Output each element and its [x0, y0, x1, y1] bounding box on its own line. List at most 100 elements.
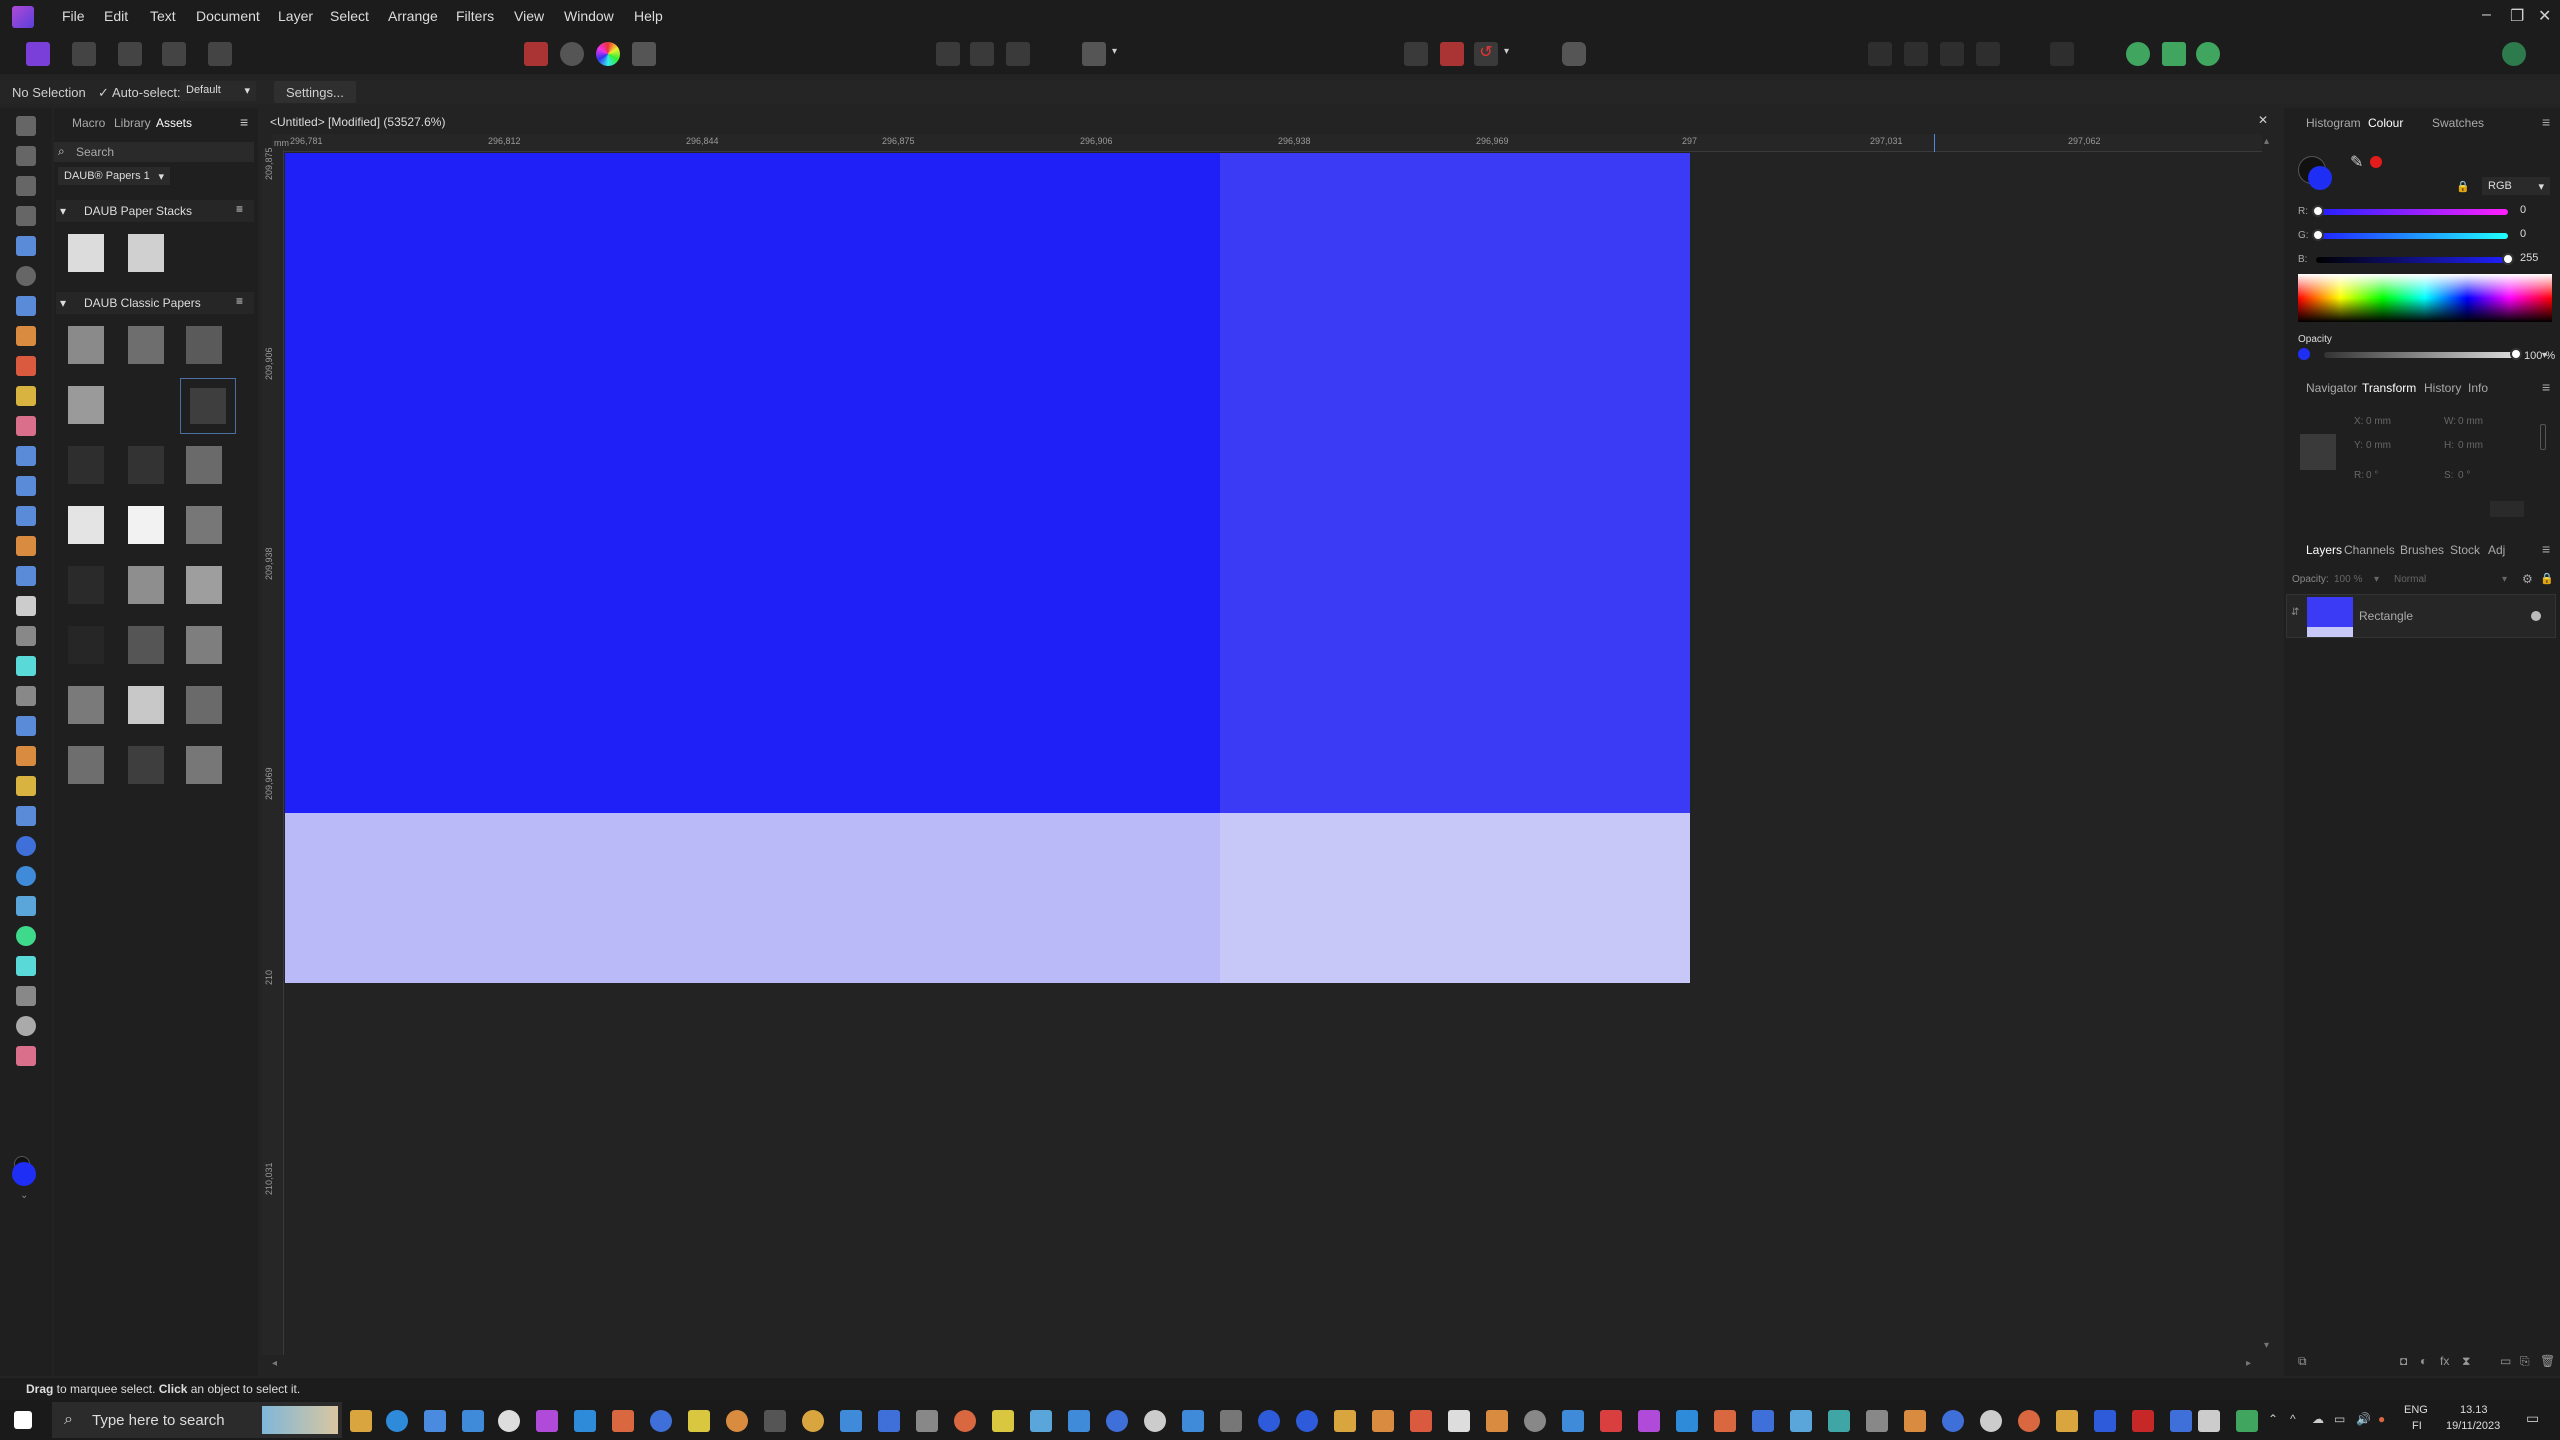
blend-mode-dropdown[interactable]: Normal	[2394, 574, 2426, 585]
boolean-subtract-icon[interactable]	[2162, 42, 2186, 66]
red-eye-tool-icon[interactable]	[16, 836, 36, 856]
panel-menu-icon[interactable]: ≡	[2542, 379, 2550, 395]
tab-navigator[interactable]: Navigator	[2306, 381, 2357, 395]
move-tool-icon[interactable]	[16, 146, 36, 166]
asset-thumbnail[interactable]	[186, 506, 222, 544]
macro-icon[interactable]	[524, 42, 548, 66]
gradient-tool-icon[interactable]	[16, 326, 36, 346]
erase-brush-tool-icon[interactable]	[16, 416, 36, 436]
scroll-up-icon[interactable]: ▴	[2264, 136, 2269, 147]
deselect-icon[interactable]	[970, 42, 994, 66]
assets-search-input[interactable]: Search	[54, 142, 254, 162]
transform-options-button[interactable]	[2490, 501, 2524, 517]
export-persona-icon[interactable]	[208, 42, 232, 66]
add-layer-icon[interactable]: ▭	[2500, 1354, 2511, 1368]
tab-assets[interactable]: Assets	[156, 116, 192, 130]
menu-edit[interactable]: Edit	[104, 8, 128, 24]
tab-macro[interactable]: Macro	[72, 116, 105, 130]
notifications-icon[interactable]: ▭	[2526, 1410, 2539, 1427]
liquify-persona-icon[interactable]	[72, 42, 96, 66]
clock-date[interactable]: 19/11/2023	[2446, 1420, 2500, 1432]
asset-thumbnail[interactable]	[68, 506, 104, 544]
live-filters-icon[interactable]: fx	[2440, 1354, 2449, 1368]
frame-text-tool-icon[interactable]	[16, 956, 36, 976]
asset-thumbnail[interactable]	[128, 506, 164, 544]
layer-name[interactable]: Rectangle	[2359, 609, 2413, 623]
onedrive-icon[interactable]: ☁	[2312, 1412, 2324, 1426]
tab-channels[interactable]: Channels	[2344, 543, 2395, 557]
opacity-dropdown-icon[interactable]: ▾	[2542, 350, 2547, 361]
tab-info[interactable]: Info	[2468, 381, 2488, 395]
affinity-designer-icon[interactable]	[536, 1410, 558, 1432]
layer-expand-icon[interactable]: ⇵	[2291, 607, 2299, 618]
menu-view[interactable]: View	[514, 8, 544, 24]
asset-thumbnail[interactable]	[68, 746, 104, 784]
menu-file[interactable]: File	[62, 8, 85, 24]
asset-thumbnail[interactable]	[68, 234, 104, 272]
channel-b-slider[interactable]	[2316, 257, 2508, 263]
pen-tool-icon[interactable]	[16, 596, 36, 616]
asset-thumbnail[interactable]	[68, 326, 104, 364]
app-icon[interactable]	[916, 1410, 938, 1432]
firefox-icon[interactable]	[2018, 1410, 2040, 1432]
crop-tool-icon[interactable]	[16, 206, 36, 226]
channel-r-knob[interactable]	[2312, 205, 2324, 217]
clone-tool-icon[interactable]	[16, 476, 36, 496]
invert-selection-icon[interactable]	[1006, 42, 1030, 66]
asset-thumbnail[interactable]	[186, 686, 222, 724]
asset-thumbnail[interactable]	[128, 626, 164, 664]
restore-icon[interactable]: ❐	[2510, 6, 2524, 26]
section-menu-icon[interactable]: ≡	[236, 202, 243, 216]
menu-select[interactable]: Select	[330, 8, 369, 24]
app-icon[interactable]	[1752, 1410, 1774, 1432]
asset-thumbnail[interactable]	[186, 626, 222, 664]
auto-colour-icon[interactable]	[596, 42, 620, 66]
quick-mask-icon[interactable]	[1082, 42, 1106, 66]
transform-r-input[interactable]: 0 °	[2366, 470, 2378, 481]
flood-fill-tool-icon[interactable]	[16, 296, 36, 316]
menu-document[interactable]: Document	[196, 8, 260, 24]
section-header-paper-stacks[interactable]: ▾ DAUB Paper Stacks ≡	[56, 200, 254, 222]
link-aspect-icon[interactable]	[2540, 424, 2546, 450]
rectangle-tool-icon[interactable]	[16, 626, 36, 646]
arrange-backward-icon[interactable]	[1904, 42, 1928, 66]
transform-y-input[interactable]: 0 mm	[2366, 440, 2391, 451]
swap-colors-icon[interactable]: ⌄	[20, 1190, 28, 1201]
channel-g-knob[interactable]	[2312, 229, 2324, 241]
asset-thumbnail[interactable]	[128, 566, 164, 604]
transform-w-input[interactable]: 0 mm	[2458, 416, 2483, 427]
symmetry-tool-icon[interactable]	[16, 1046, 36, 1066]
scroll-left-icon[interactable]: ◂	[272, 1358, 277, 1369]
document-tab-title[interactable]: <Untitled> [Modified] (53527.6%)	[270, 115, 445, 129]
canvas-rect-light-left[interactable]	[285, 813, 1220, 983]
affinity-publisher-taskbar-icon[interactable]	[1714, 1410, 1736, 1432]
app-icon[interactable]	[498, 1410, 520, 1432]
blemish-removal-tool-icon[interactable]	[16, 536, 36, 556]
asset-thumbnail[interactable]	[68, 686, 104, 724]
volume-icon[interactable]: 🔊	[2356, 1412, 2371, 1426]
menu-filters[interactable]: Filters	[456, 8, 494, 24]
burn-tool-icon[interactable]	[16, 896, 36, 916]
lock-icon[interactable]: 🔒	[2456, 180, 2470, 193]
canvas-rect-light-right[interactable]	[1220, 813, 1690, 983]
autoselect-dropdown[interactable]: Default ▾	[180, 81, 256, 101]
chevron-down-icon[interactable]: ▾	[2502, 574, 2507, 585]
ln-app-icon[interactable]	[1334, 1410, 1356, 1432]
sponge-tool-icon[interactable]	[16, 866, 36, 886]
color-replacement-tool-icon[interactable]	[16, 386, 36, 406]
asset-thumbnail[interactable]	[186, 326, 222, 364]
tab-swatches[interactable]: Swatches	[2432, 116, 2484, 130]
selection-brush-tool-icon[interactable]	[16, 176, 36, 196]
mask-layer-icon[interactable]: ◘	[2400, 1354, 2407, 1368]
minimize-icon[interactable]: –	[2482, 6, 2491, 24]
app-icon[interactable]	[2094, 1410, 2116, 1432]
auto-levels-icon[interactable]	[560, 42, 584, 66]
primary-color-circle[interactable]	[2308, 166, 2332, 190]
view-tool-icon[interactable]	[16, 116, 36, 136]
app-icon[interactable]	[2132, 1410, 2154, 1432]
group-layer-icon[interactable]: ⧗	[2462, 1354, 2470, 1369]
windows-start-icon[interactable]	[14, 1411, 32, 1429]
asset-thumbnail[interactable]	[186, 566, 222, 604]
asset-thumbnail[interactable]	[128, 386, 164, 424]
app-icon[interactable]	[1486, 1410, 1508, 1432]
